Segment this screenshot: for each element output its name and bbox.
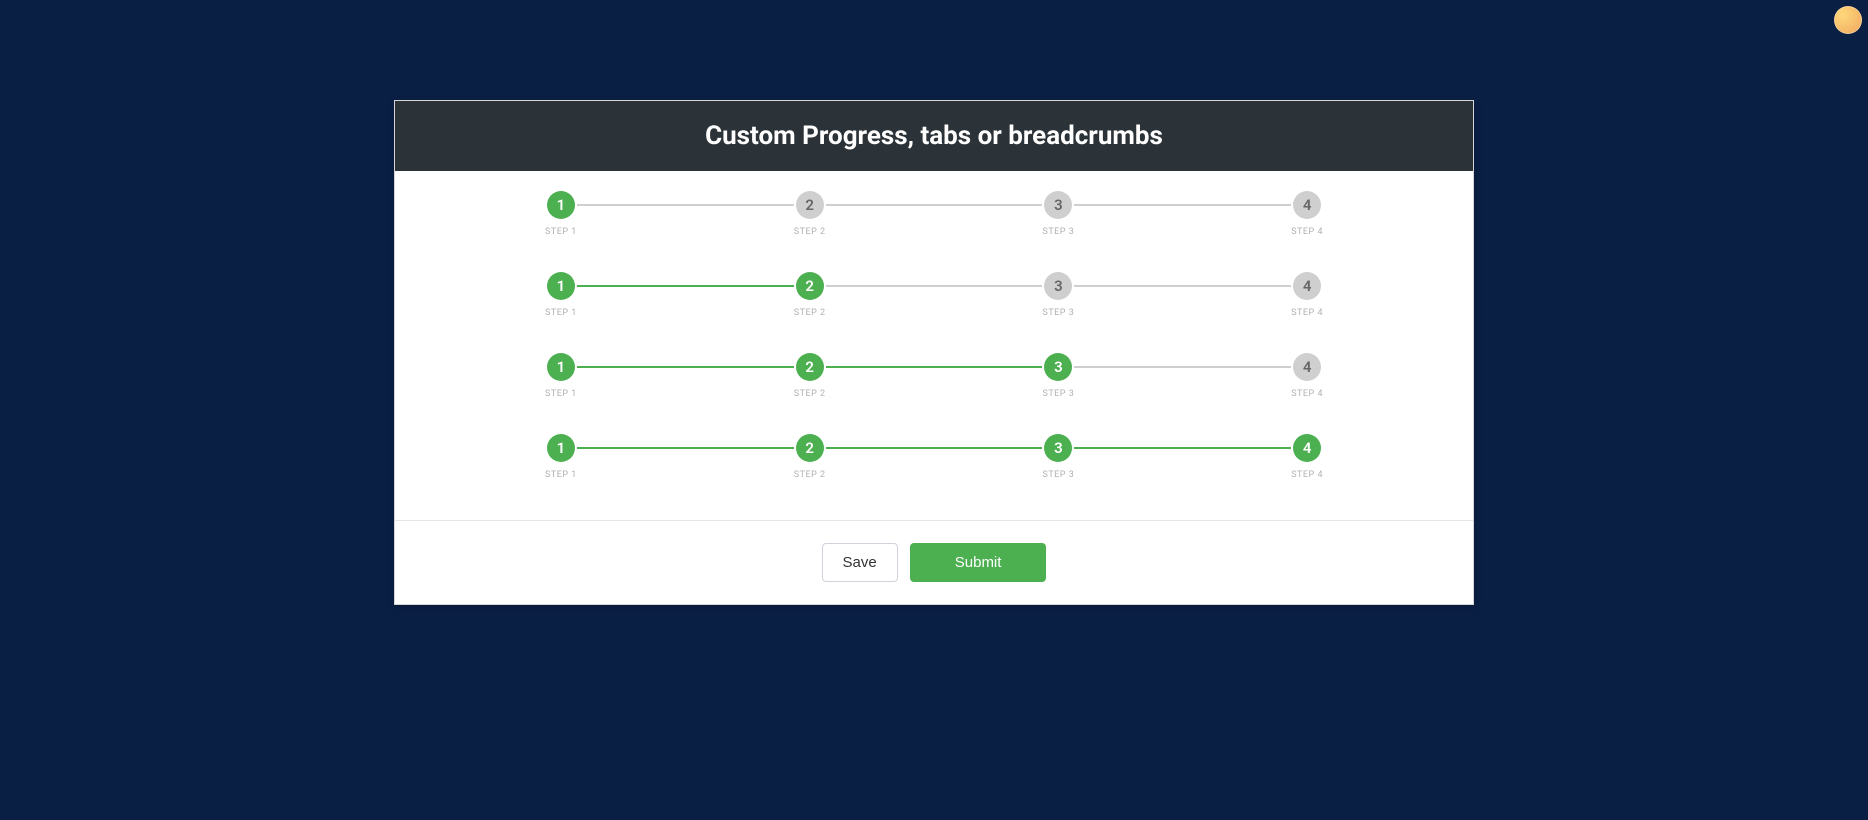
step-circle[interactable]: 1 xyxy=(547,353,575,381)
step-circle[interactable]: 2 xyxy=(796,434,824,462)
step-column: 1 STEP 1 xyxy=(545,353,577,399)
avatar[interactable] xyxy=(1834,6,1862,34)
step-label: STEP 2 xyxy=(794,227,826,237)
step-connector xyxy=(826,204,1043,206)
step-label: STEP 3 xyxy=(1042,470,1074,480)
step-wrapper: 3 STEP 3 xyxy=(1042,272,1291,318)
step-label: STEP 1 xyxy=(545,470,577,480)
step-circle[interactable]: 4 xyxy=(1293,434,1321,462)
progress-card: Custom Progress, tabs or breadcrumbs 1 ST… xyxy=(394,100,1474,605)
step-column: 3 STEP 3 xyxy=(1042,191,1074,237)
step-circle[interactable]: 3 xyxy=(1044,272,1072,300)
submit-button[interactable]: Submit xyxy=(910,543,1047,582)
step-circle[interactable]: 4 xyxy=(1293,353,1321,381)
step-label: STEP 2 xyxy=(794,470,826,480)
step-column: 3 STEP 3 xyxy=(1042,353,1074,399)
step-column: 1 STEP 1 xyxy=(545,434,577,480)
step-wrapper: 3 STEP 3 xyxy=(1042,434,1291,480)
step-column: 1 STEP 1 xyxy=(545,272,577,318)
step-column: 2 STEP 2 xyxy=(794,434,826,480)
step-label: STEP 2 xyxy=(794,389,826,399)
step-label: STEP 2 xyxy=(794,308,826,318)
step-column: 2 STEP 2 xyxy=(794,191,826,237)
step-circle[interactable]: 3 xyxy=(1044,353,1072,381)
step-circle[interactable]: 4 xyxy=(1293,272,1321,300)
step-label: STEP 4 xyxy=(1291,227,1323,237)
step-circle[interactable]: 1 xyxy=(547,191,575,219)
card-footer: Save Submit xyxy=(395,520,1473,604)
step-connector xyxy=(826,366,1043,368)
step-column: 2 STEP 2 xyxy=(794,353,826,399)
step-circle[interactable]: 3 xyxy=(1044,434,1072,462)
step-wrapper: 2 STEP 2 xyxy=(794,353,1043,399)
step-connector xyxy=(577,285,794,287)
step-wrapper: 4 STEP 4 xyxy=(1291,353,1323,399)
step-wrapper: 2 STEP 2 xyxy=(794,434,1043,480)
step-connector xyxy=(1074,447,1291,449)
step-wrapper: 4 STEP 4 xyxy=(1291,191,1323,237)
step-wrapper: 3 STEP 3 xyxy=(1042,191,1291,237)
progress-row: 1 STEP 1 2 STEP 2 3 STEP 3 4 STEP 4 xyxy=(395,434,1473,480)
step-connector xyxy=(1074,204,1291,206)
step-label: STEP 1 xyxy=(545,227,577,237)
progress-row: 1 STEP 1 2 STEP 2 3 STEP 3 4 STEP 4 xyxy=(395,353,1473,399)
step-label: STEP 4 xyxy=(1291,470,1323,480)
step-circle[interactable]: 2 xyxy=(796,353,824,381)
step-column: 2 STEP 2 xyxy=(794,272,826,318)
step-wrapper: 4 STEP 4 xyxy=(1291,272,1323,318)
save-button[interactable]: Save xyxy=(822,543,898,582)
card-body: 1 STEP 1 2 STEP 2 3 STEP 3 4 STEP 4 1 STEP 1 2 STEP… xyxy=(395,171,1473,520)
step-label: STEP 4 xyxy=(1291,389,1323,399)
step-connector xyxy=(577,204,794,206)
step-connector xyxy=(1074,366,1291,368)
step-column: 3 STEP 3 xyxy=(1042,434,1074,480)
step-circle[interactable]: 1 xyxy=(547,272,575,300)
step-wrapper: 2 STEP 2 xyxy=(794,191,1043,237)
card-title: Custom Progress, tabs or breadcrumbs xyxy=(705,121,1163,151)
step-connector xyxy=(826,447,1043,449)
step-circle[interactable]: 4 xyxy=(1293,191,1321,219)
step-circle[interactable]: 1 xyxy=(547,434,575,462)
step-label: STEP 4 xyxy=(1291,308,1323,318)
step-circle[interactable]: 2 xyxy=(796,191,824,219)
step-column: 3 STEP 3 xyxy=(1042,272,1074,318)
step-column: 4 STEP 4 xyxy=(1291,434,1323,480)
step-column: 4 STEP 4 xyxy=(1291,353,1323,399)
step-connector xyxy=(1074,285,1291,287)
step-label: STEP 1 xyxy=(545,308,577,318)
step-wrapper: 1 STEP 1 xyxy=(545,272,794,318)
card-header: Custom Progress, tabs or breadcrumbs xyxy=(395,101,1473,171)
step-circle[interactable]: 2 xyxy=(796,272,824,300)
step-column: 4 STEP 4 xyxy=(1291,272,1323,318)
step-connector xyxy=(826,285,1043,287)
step-label: STEP 3 xyxy=(1042,227,1074,237)
step-wrapper: 3 STEP 3 xyxy=(1042,353,1291,399)
step-label: STEP 1 xyxy=(545,389,577,399)
step-label: STEP 3 xyxy=(1042,389,1074,399)
step-wrapper: 1 STEP 1 xyxy=(545,191,794,237)
step-connector xyxy=(577,447,794,449)
step-connector xyxy=(577,366,794,368)
step-wrapper: 4 STEP 4 xyxy=(1291,434,1323,480)
step-column: 4 STEP 4 xyxy=(1291,191,1323,237)
step-wrapper: 2 STEP 2 xyxy=(794,272,1043,318)
progress-row: 1 STEP 1 2 STEP 2 3 STEP 3 4 STEP 4 xyxy=(395,191,1473,237)
step-column: 1 STEP 1 xyxy=(545,191,577,237)
step-circle[interactable]: 3 xyxy=(1044,191,1072,219)
progress-row: 1 STEP 1 2 STEP 2 3 STEP 3 4 STEP 4 xyxy=(395,272,1473,318)
step-wrapper: 1 STEP 1 xyxy=(545,434,794,480)
step-wrapper: 1 STEP 1 xyxy=(545,353,794,399)
step-label: STEP 3 xyxy=(1042,308,1074,318)
